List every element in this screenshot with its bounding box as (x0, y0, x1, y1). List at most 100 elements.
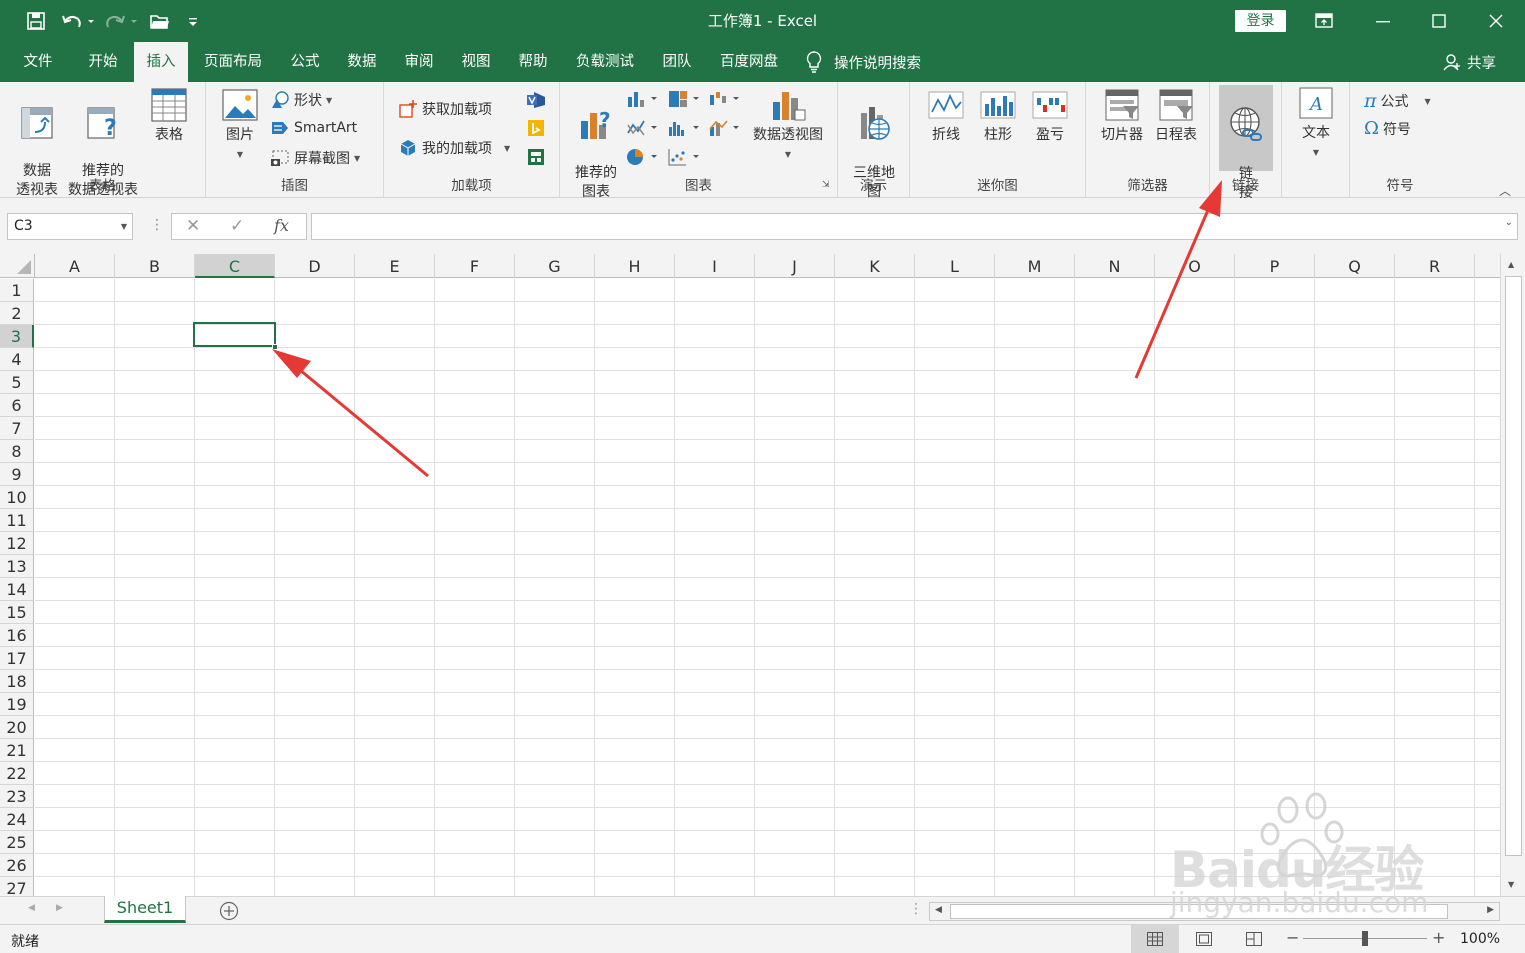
people-graph-icon[interactable] (526, 148, 546, 170)
column-header-B[interactable]: B (115, 254, 195, 278)
tab-help[interactable]: 帮助 (510, 42, 556, 82)
timeline-button[interactable]: 日程表 (1150, 86, 1202, 145)
formula-bar-splitter-icon[interactable]: ⋮ (150, 217, 164, 233)
hierarchy-chart-dropdown[interactable] (668, 90, 702, 112)
column-header-R[interactable]: R (1395, 254, 1475, 278)
column-header-P[interactable]: P (1235, 254, 1315, 278)
row-header-4[interactable]: 4 (0, 348, 34, 371)
row-header-11[interactable]: 11 (0, 509, 34, 532)
tab-formulas[interactable]: 公式 (282, 42, 328, 82)
redo-icon[interactable] (104, 9, 138, 33)
row-header-2[interactable]: 2 (0, 302, 34, 325)
row-header-27[interactable]: 27 (0, 877, 34, 896)
column-header-J[interactable]: J (755, 254, 835, 278)
sparkline-column-button[interactable]: 柱形 (974, 86, 1022, 145)
fill-handle[interactable] (272, 344, 278, 350)
ribbon-display-options-icon[interactable] (1296, 0, 1352, 42)
tab-file[interactable]: 文件 (14, 42, 62, 82)
text-button[interactable]: A 文本 ▼ (1292, 86, 1340, 162)
smartart-button[interactable]: SmartArt (270, 119, 357, 137)
column-header-K[interactable]: K (835, 254, 915, 278)
pie-chart-dropdown[interactable] (626, 148, 660, 170)
row-header-5[interactable]: 5 (0, 371, 34, 394)
login-button[interactable]: 登录 (1235, 10, 1286, 32)
row-header-25[interactable]: 25 (0, 831, 34, 854)
tab-splitter-icon[interactable]: ⋮ (909, 901, 923, 917)
row-header-23[interactable]: 23 (0, 785, 34, 808)
row-header-8[interactable]: 8 (0, 440, 34, 463)
tab-load-test[interactable]: 负载测试 (567, 42, 643, 82)
normal-view-button[interactable] (1131, 925, 1179, 953)
row-header-21[interactable]: 21 (0, 739, 34, 762)
select-all-button[interactable] (0, 254, 35, 278)
scroll-right-icon[interactable]: ▶ (1487, 905, 1494, 915)
waterfall-chart-dropdown[interactable] (708, 90, 742, 112)
row-header-26[interactable]: 26 (0, 854, 34, 877)
scroll-left-icon[interactable]: ◀ (935, 905, 942, 915)
row-header-9[interactable]: 9 (0, 463, 34, 486)
pivot-chart-button[interactable]: 数据透视图 ▼ (748, 86, 828, 164)
row-header-22[interactable]: 22 (0, 762, 34, 785)
expand-formula-icon[interactable]: ⌄ (1505, 217, 1513, 228)
next-sheet-icon[interactable]: ▶ (56, 903, 63, 913)
close-icon[interactable] (1468, 0, 1524, 42)
save-icon[interactable] (25, 9, 47, 33)
vertical-scrollbar[interactable]: ▲ ▼ (1500, 254, 1525, 896)
shapes-button[interactable]: 形状 ▼ (270, 90, 332, 110)
tab-view[interactable]: 视图 (453, 42, 499, 82)
formula-input[interactable]: ⌄ (311, 213, 1518, 240)
row-header-10[interactable]: 10 (0, 486, 34, 509)
cancel-icon[interactable]: ✕ (186, 216, 200, 236)
bing-maps-icon[interactable] (526, 119, 546, 141)
customize-qat-icon[interactable] (186, 9, 200, 33)
worksheet-grid[interactable]: ABCDEFGHIJKLMNOPQR 1 2 3 4 5 6 7 8 9 10 11 12 13 14 15… (0, 254, 1500, 896)
sparkline-line-button[interactable]: 折线 (922, 86, 970, 145)
get-addins-button[interactable]: 获取加载项 (398, 99, 492, 119)
column-header-G[interactable]: G (515, 254, 595, 278)
row-header-24[interactable]: 24 (0, 808, 34, 831)
combo-chart-dropdown[interactable] (708, 119, 742, 141)
tell-me-search[interactable]: 操作说明搜索 (806, 42, 921, 82)
column-header-C[interactable]: C (195, 254, 275, 278)
row-header-18[interactable]: 18 (0, 670, 34, 693)
row-header-17[interactable]: 17 (0, 647, 34, 670)
cells-area[interactable] (35, 279, 1500, 896)
column-header-N[interactable]: N (1075, 254, 1155, 278)
page-layout-view-icon[interactable] (1196, 932, 1212, 950)
link-button[interactable]: 链 接 (1219, 85, 1273, 201)
column-header-L[interactable]: L (915, 254, 995, 278)
slicer-button[interactable]: 切片器 (1096, 86, 1148, 145)
statistic-chart-dropdown[interactable] (668, 119, 702, 141)
column-header-M[interactable]: M (995, 254, 1075, 278)
column-header-F[interactable]: F (435, 254, 515, 278)
page-break-view-icon[interactable] (1246, 932, 1262, 950)
symbol-button[interactable]: Ω 符号 (1364, 118, 1411, 139)
zoom-out-icon[interactable]: − (1286, 928, 1299, 947)
visio-addin-icon[interactable] (526, 91, 546, 113)
share-button[interactable]: 共享 (1443, 42, 1496, 82)
tab-review[interactable]: 审阅 (396, 42, 442, 82)
sparkline-winloss-button[interactable]: 盈亏 (1026, 86, 1074, 145)
row-header-6[interactable]: 6 (0, 394, 34, 417)
equation-button[interactable]: π 公式 ▼ (1364, 90, 1431, 112)
my-addins-button[interactable]: 我的加载项 ▼ (398, 138, 510, 158)
tab-home[interactable]: 开始 (78, 42, 128, 82)
undo-icon[interactable] (60, 9, 96, 33)
zoom-in-icon[interactable]: + (1432, 928, 1445, 947)
row-header-20[interactable]: 20 (0, 716, 34, 739)
sheet-tab-sheet1[interactable]: Sheet1 (104, 896, 186, 923)
enter-icon[interactable]: ✓ (230, 216, 244, 236)
scatter-chart-dropdown[interactable] (668, 148, 702, 170)
tab-baidu-netdisk[interactable]: 百度网盘 (711, 42, 787, 82)
name-box-dropdown-icon[interactable]: ▼ (121, 214, 127, 239)
row-header-12[interactable]: 12 (0, 532, 34, 555)
minimize-icon[interactable] (1355, 0, 1411, 42)
row-header-16[interactable]: 16 (0, 624, 34, 647)
horizontal-scrollbar[interactable]: ◀ ▶ (929, 902, 1500, 921)
column-header-O[interactable]: O (1155, 254, 1235, 278)
row-header-13[interactable]: 13 (0, 555, 34, 578)
prev-sheet-icon[interactable]: ◀ (28, 903, 35, 913)
column-header-E[interactable]: E (355, 254, 435, 278)
new-sheet-icon[interactable] (219, 901, 239, 925)
pictures-button[interactable]: 图片 ▼ (220, 86, 260, 164)
